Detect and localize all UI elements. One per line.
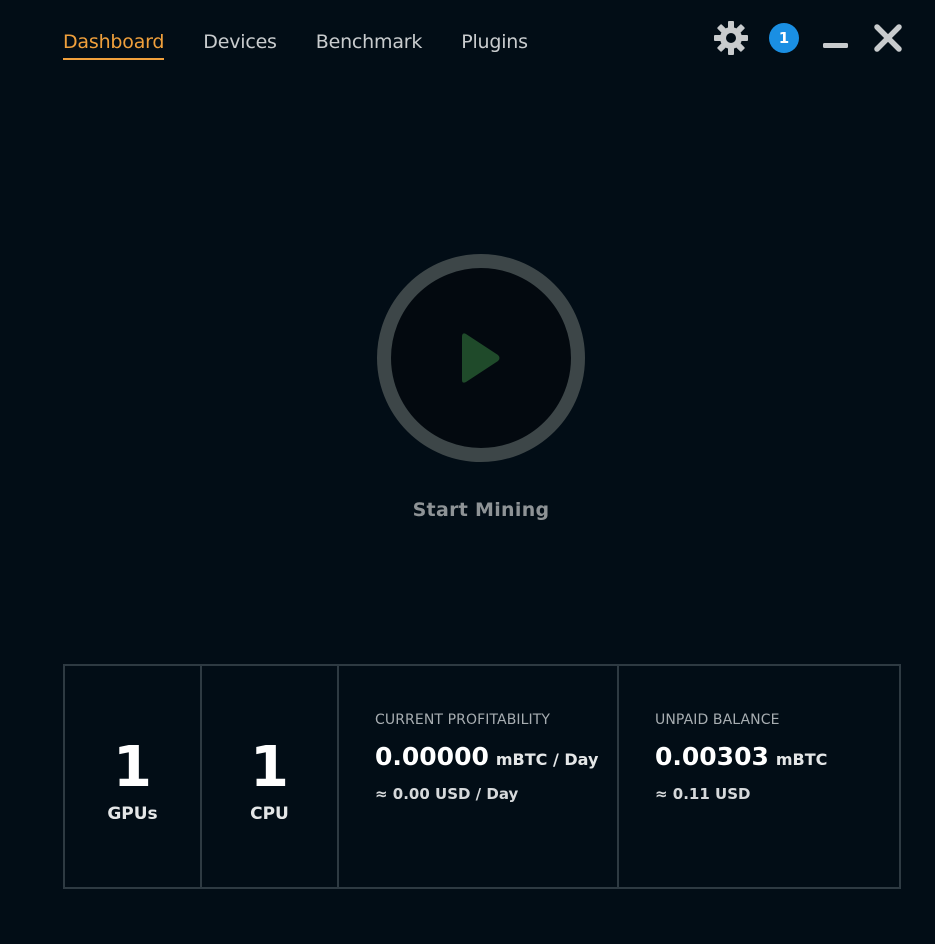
cpu-label: CPU <box>250 803 289 824</box>
profitability-value-row: 0.00000 mBTC / Day <box>375 742 617 771</box>
close-icon[interactable] <box>871 21 905 55</box>
tab-devices[interactable]: Devices <box>203 31 277 60</box>
cpu-count: 1 <box>250 734 289 800</box>
stats-panel: 1 GPUs 1 CPU CURRENT PROFITABILITY 0.000… <box>63 664 901 889</box>
balance-cell: UNPAID BALANCE 0.00303 mBTC ≈ 0.11 USD <box>619 666 898 887</box>
profitability-title: CURRENT PROFITABILITY <box>375 712 551 728</box>
tab-benchmark[interactable]: Benchmark <box>316 31 423 60</box>
start-mining-button[interactable] <box>376 253 586 463</box>
balance-value-row: 0.00303 mBTC <box>655 742 898 771</box>
profitability-unit: mBTC / Day <box>495 750 599 769</box>
balance-unit: mBTC <box>775 750 828 769</box>
start-mining-label[interactable]: Start Mining <box>0 499 935 521</box>
cpu-count-cell: 1 CPU <box>202 666 339 887</box>
profitability-usd: ≈ 0.00 USD / Day <box>375 785 519 803</box>
main-nav: Dashboard Devices Benchmark Plugins <box>63 31 567 60</box>
gpu-count: 1 <box>113 734 152 800</box>
window-controls: 1 <box>713 20 905 56</box>
profitability-cell: CURRENT PROFITABILITY 0.00000 mBTC / Day… <box>339 666 619 887</box>
profitability-value: 0.00000 <box>375 742 489 771</box>
notification-badge[interactable]: 1 <box>769 23 799 53</box>
balance-usd: ≈ 0.11 USD <box>655 785 751 803</box>
minimize-icon[interactable] <box>821 21 851 55</box>
tab-plugins[interactable]: Plugins <box>461 31 528 60</box>
balance-title: UNPAID BALANCE <box>655 712 780 728</box>
gpu-label: GPUs <box>107 803 158 824</box>
gpu-count-cell: 1 GPUs <box>65 666 202 887</box>
tab-dashboard[interactable]: Dashboard <box>63 31 164 60</box>
balance-value: 0.00303 <box>655 742 769 771</box>
gear-icon[interactable] <box>713 20 749 56</box>
